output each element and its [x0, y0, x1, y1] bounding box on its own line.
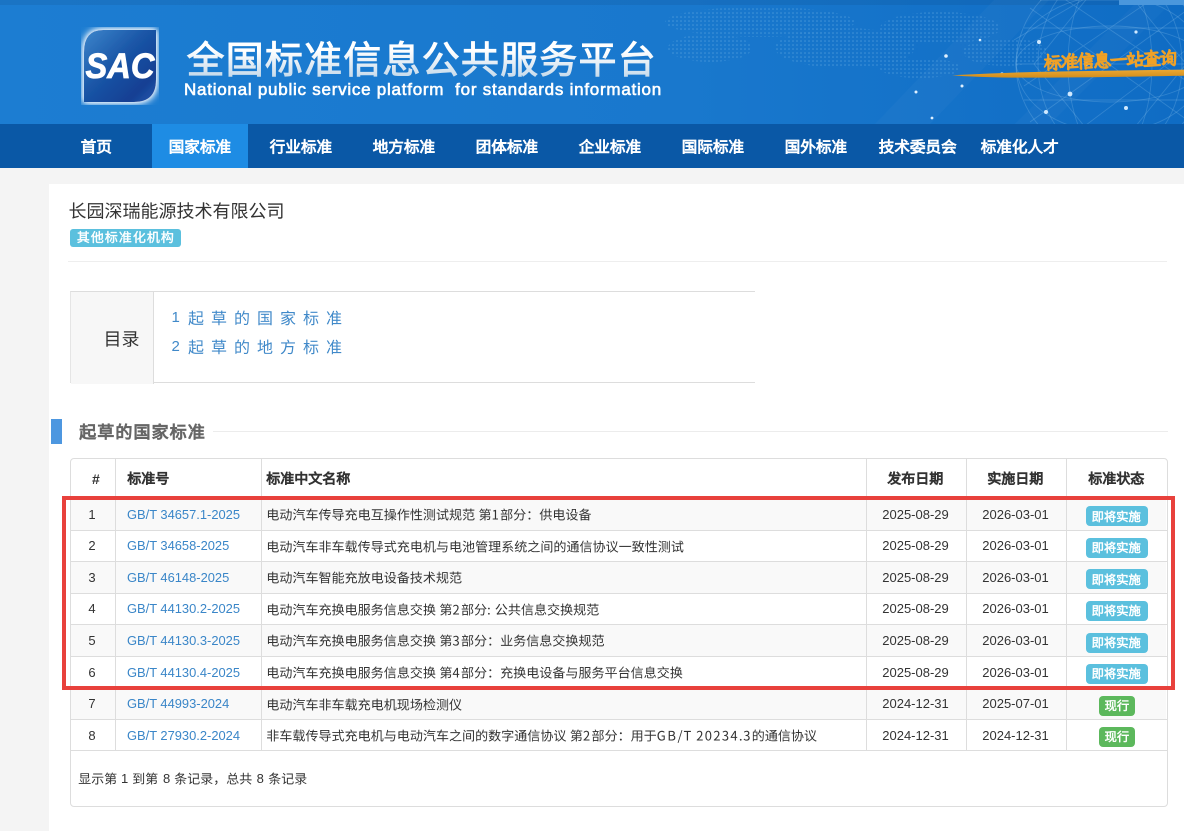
svg-text:SAC: SAC: [86, 47, 156, 86]
